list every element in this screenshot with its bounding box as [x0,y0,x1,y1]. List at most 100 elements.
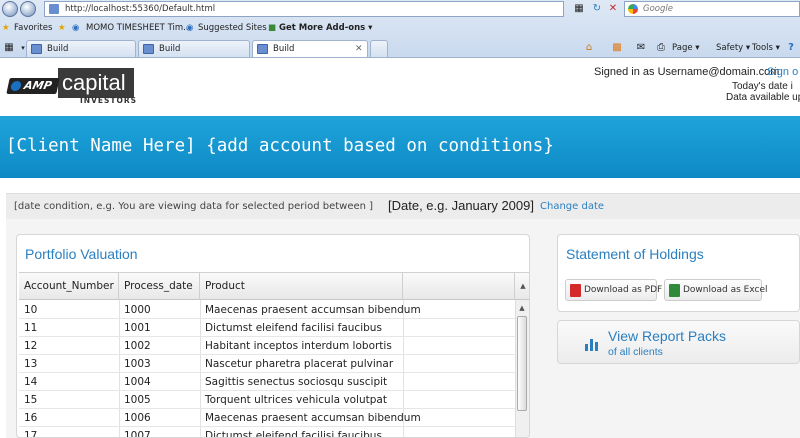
tab-label: Build [159,44,181,54]
statement-title: Statement of Holdings [566,246,704,262]
date-bar: [date condition, e.g. You are viewing da… [6,193,800,219]
scrollbar-thumb[interactable] [517,316,527,411]
google-icon [628,4,638,14]
table-row[interactable]: 14 1004 Sagittis senectus sociosqu susci… [19,373,515,391]
date-condition-text: [date condition, e.g. You are viewing da… [14,201,374,212]
tools-menu[interactable]: Tools ▾ [752,41,780,55]
cell-product: Habitant inceptos interdum lobortis [205,340,392,352]
tab-row: ▦ ▾ Build Build Build ✕ ⌂ ▩ ✉ ⎙ Page ▾ S… [0,37,800,58]
report-packs-title: View Report Packs [608,328,727,344]
table-row[interactable]: 10 1000 Maecenas praesent accumsan biben… [19,301,515,319]
help-icon[interactable]: ? [784,41,798,55]
page-icon [257,44,268,54]
cell-process-date: 1006 [124,412,151,424]
table-row[interactable]: 12 1002 Habitant inceptos interdum lobor… [19,337,515,355]
download-excel-label: Download as Excel [683,285,768,295]
favorites-star-icon[interactable]: ★ [2,19,10,37]
cell-process-date: 1001 [124,322,151,334]
data-available-text: Data available up t [726,92,800,103]
table-header: Account_Number Process_date Product ▲ [19,272,529,300]
cell-process-date: 1007 [124,430,151,438]
table-row[interactable]: 13 1003 Nascetur pharetra placerat pulvi… [19,355,515,373]
sign-out-link[interactable]: Sign o [767,66,798,78]
tab-build-3[interactable]: Build ✕ [252,40,368,57]
address-bar[interactable]: http://localhost:55360/Default.html [44,1,564,17]
search-placeholder: Google [643,4,673,14]
tab-build-2[interactable]: Build [138,40,250,57]
cell-account: 16 [24,412,38,424]
column-header-empty [403,273,515,300]
back-icon[interactable] [2,1,18,17]
bookmark-get-addons[interactable]: Get More Add-ons ▾ [279,19,372,37]
cell-product: Maecenas praesent accumsan bibendum [205,304,421,316]
cell-account: 14 [24,376,38,388]
cell-process-date: 1000 [124,304,151,316]
cell-product: Dictumst eleifend facilisi faucibus [205,322,382,334]
safety-menu[interactable]: Safety ▾ [716,41,750,55]
signed-in-text: Signed in as Username@domain.com [594,66,780,78]
add-favorite-icon[interactable]: ★ [58,19,66,37]
tab-build-1[interactable]: Build [26,40,136,57]
addons-icon: ■ [268,23,277,33]
compat-view-icon[interactable]: ▦ [572,2,586,16]
bar-chart-icon [584,335,600,351]
close-tab-icon[interactable]: ✕ [355,41,363,57]
favorites-button[interactable]: Favorites [14,19,52,37]
cell-account: 10 [24,304,38,316]
download-excel-button[interactable]: Download as Excel [664,279,768,301]
client-title: [Client Name Here] {add account based on… [6,136,554,156]
download-pdf-label: Download as PDF [584,285,663,295]
cell-process-date: 1003 [124,358,151,370]
change-date-link[interactable]: Change date [540,201,604,212]
table-row[interactable]: 16 1006 Maecenas praesent accumsan biben… [19,409,515,427]
header-arrow-icon: ▲ [520,282,526,290]
logo-amp[interactable]: AMP [6,78,60,94]
home-icon[interactable]: ⌂ [582,41,596,55]
statement-of-holdings-panel: Statement of Holdings Download as PDF Do… [557,234,800,312]
cell-process-date: 1005 [124,394,151,406]
mail-icon[interactable]: ✉ [634,41,648,55]
excel-icon [669,284,680,297]
logo-capital[interactable]: capital [58,68,134,98]
pdf-icon [570,284,581,297]
table-row[interactable]: 11 1001 Dictumst eleifend facilisi fauci… [19,319,515,337]
refresh-icon[interactable]: ↻ [590,2,604,16]
cell-product: Maecenas praesent accumsan bibendum [205,412,421,424]
cell-process-date: 1004 [124,376,151,388]
page-icon [143,44,154,54]
stop-icon[interactable]: ✕ [606,2,620,16]
portfolio-valuation-panel: Portfolio Valuation Account_Number Proce… [16,234,530,438]
new-tab-button[interactable] [370,40,388,57]
client-banner: [Client Name Here] {add account based on… [0,116,800,178]
cell-product: Sagittis senectus sociosqu suscipit [205,376,388,388]
page-menu[interactable]: Page ▾ [672,41,700,55]
cell-account: 15 [24,394,38,406]
forward-icon[interactable] [20,1,36,17]
browser-chrome: http://localhost:55360/Default.html ▦ ↻ … [0,0,800,58]
feeds-icon[interactable]: ▩ [610,41,624,55]
tab-label: Build [47,44,69,54]
download-pdf-button[interactable]: Download as PDF [565,279,662,301]
column-header-account[interactable]: Account_Number [19,273,119,300]
view-report-packs-button[interactable]: View Report Packs of all clients [557,320,800,364]
bookmark-timesheet[interactable]: MOMO TIMESHEET Tim... [86,19,191,37]
ie-icon: ◉ [186,23,194,33]
logo-investors: INVESTORS [80,96,138,105]
table-row[interactable]: 17 1007 Dictumst eleifend facilisi fauci… [19,427,515,438]
cell-process-date: 1002 [124,340,151,352]
report-packs-subtitle: of all clients [608,346,663,358]
address-text: http://localhost:55360/Default.html [65,4,216,14]
cell-product: Dictumst eleifend facilisi faucibus [205,430,382,438]
column-header-process-date[interactable]: Process_date [119,273,200,300]
quick-tabs-icon[interactable]: ▦ [2,41,16,55]
portfolio-title: Portfolio Valuation [25,246,138,262]
table-row[interactable]: 15 1005 Torquent ultrices vehicula volut… [19,391,515,409]
column-header-product[interactable]: Product [200,273,403,300]
favorites-bar: ★ Favorites ★ ◉ MOMO TIMESHEET Tim... ◉ … [0,19,800,37]
print-icon[interactable]: ⎙ [654,41,668,55]
bookmark-suggested-sites[interactable]: Suggested Sites ▾ [198,19,274,37]
cell-product: Nascetur pharetra placerat pulvinar [205,358,394,370]
search-input[interactable]: Google [624,1,800,17]
scroll-up-icon[interactable]: ▲ [517,302,527,314]
cell-account: 13 [24,358,38,370]
